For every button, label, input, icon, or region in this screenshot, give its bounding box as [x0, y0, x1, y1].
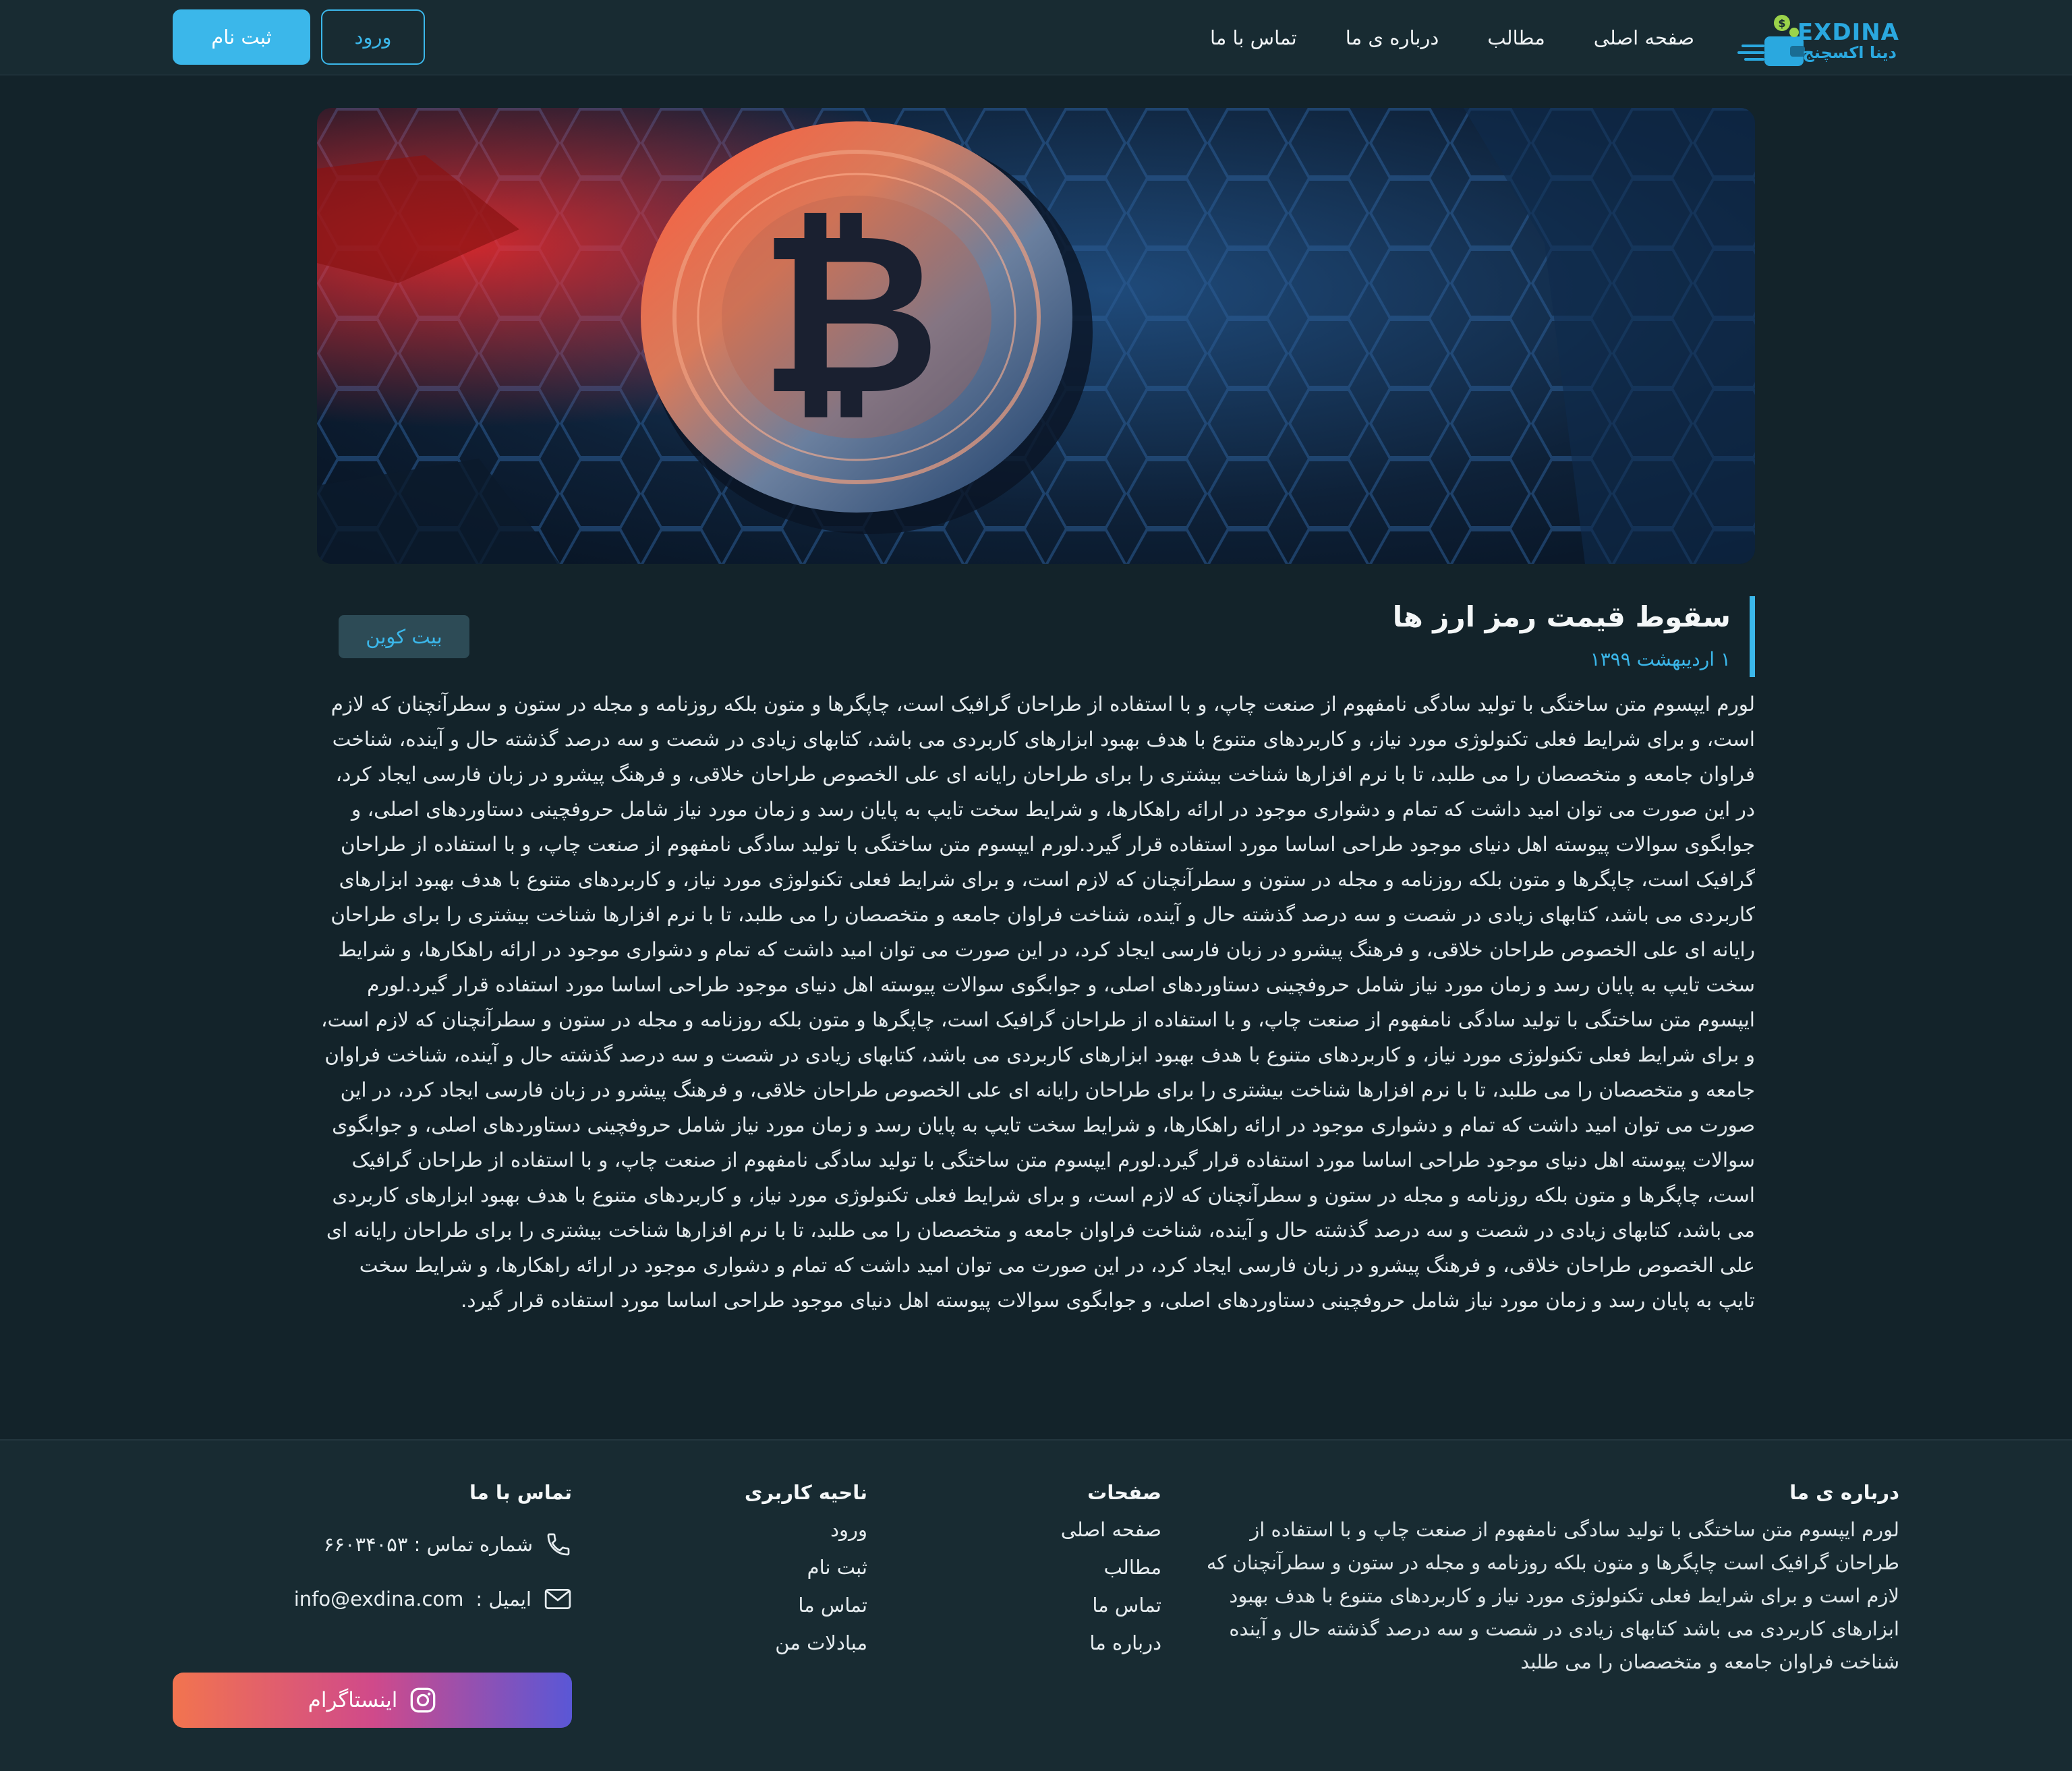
svg-text:$: $: [1778, 17, 1785, 30]
instagram-button[interactable]: اینستاگرام: [173, 1673, 572, 1728]
category-tag[interactable]: بیت کوین: [339, 615, 469, 658]
footer-link-articles[interactable]: مطالب: [959, 1555, 1161, 1579]
hero-image: ₿: [317, 108, 1755, 564]
nav-contact[interactable]: تماس با ما: [1210, 26, 1297, 49]
logo[interactable]: $ EXDINA دینا اکسچنج: [1737, 9, 1899, 67]
article-header: سقوط قیمت رمز ارز ها ۱ اردیبهشت ۱۳۹۹: [1081, 596, 1755, 677]
footer-link-contact[interactable]: تماس ما: [959, 1593, 1161, 1617]
site-header: $ EXDINA دینا اکسچنج صفحه اصلی مطالب درب…: [0, 0, 2072, 76]
svg-text:₿: ₿: [759, 185, 941, 444]
footer-about-text: لورم ایپسوم متن ساختگی با تولید سادگی نا…: [1206, 1518, 1899, 1673]
footer-link-register[interactable]: ثبت نام: [652, 1555, 867, 1579]
nav-home[interactable]: صفحه اصلی: [1594, 26, 1694, 49]
brand-name-en: EXDINA: [1797, 19, 1899, 46]
bitcoin-hero-illustration: ₿: [317, 108, 1755, 564]
footer-link-my-exchanges[interactable]: مبادلات من: [652, 1631, 867, 1655]
footer-pages-title: صفحات: [1087, 1481, 1161, 1504]
phone-icon: [547, 1533, 570, 1556]
envelope-icon: [544, 1589, 571, 1609]
footer-link-contact-us[interactable]: تماس ما: [652, 1593, 867, 1617]
contact-phone-row: شماره تماس : ۶۶۰۳۴۰۵۳: [167, 1531, 572, 1558]
article-body: لورم ایپسوم متن ساختگی با تولید سادگی نا…: [321, 693, 1755, 1312]
footer-link-login[interactable]: ورود: [652, 1517, 867, 1542]
contact-phone: شماره تماس : ۶۶۰۳۴۰۵۳: [323, 1533, 533, 1556]
instagram-icon: [411, 1687, 436, 1713]
footer-about-title: درباره ی ما: [1789, 1481, 1899, 1504]
footer-contact: تماس با ما شماره تماس : ۶۶۰۳۴۰۵۳ ایمیل :…: [167, 1481, 572, 1610]
contact-email-label: ایمیل :: [476, 1588, 531, 1610]
footer-contact-title: تماس با ما: [469, 1481, 572, 1504]
register-button[interactable]: ثبت نام: [173, 9, 310, 65]
footer-pages: صفحات صفحه اصلی مطالب تماس ما درباره ما: [959, 1481, 1161, 1655]
article-title: سقوط قیمت رمز ارز ها: [1392, 600, 1731, 633]
instagram-label: اینستاگرام: [308, 1688, 398, 1712]
footer-about: درباره ی ما لورم ایپسوم متن ساختگی با تو…: [1184, 1481, 1899, 1679]
contact-email-row: ایمیل : info@exdina.com: [167, 1588, 572, 1610]
nav-about[interactable]: درباره ی ما: [1346, 26, 1439, 49]
article-date: ۱ اردیبهشت ۱۳۹۹: [1590, 648, 1731, 670]
footer-link-about[interactable]: درباره ما: [959, 1631, 1161, 1655]
brand-name-fa: دینا اکسچنج: [1802, 43, 1897, 62]
footer-user-title: ناحیه کاربری: [744, 1481, 867, 1504]
nav-articles[interactable]: مطالب: [1487, 26, 1545, 49]
footer-user-area: ناحیه کاربری ورود ثبت نام تماس ما مبادلا…: [652, 1481, 867, 1655]
footer-link-home[interactable]: صفحه اصلی: [959, 1517, 1161, 1542]
main-nav: صفحه اصلی مطالب درباره ی ما تماس با ما: [1210, 0, 1694, 76]
contact-email[interactable]: info@exdina.com: [294, 1588, 464, 1610]
login-button[interactable]: ورود: [321, 9, 425, 65]
